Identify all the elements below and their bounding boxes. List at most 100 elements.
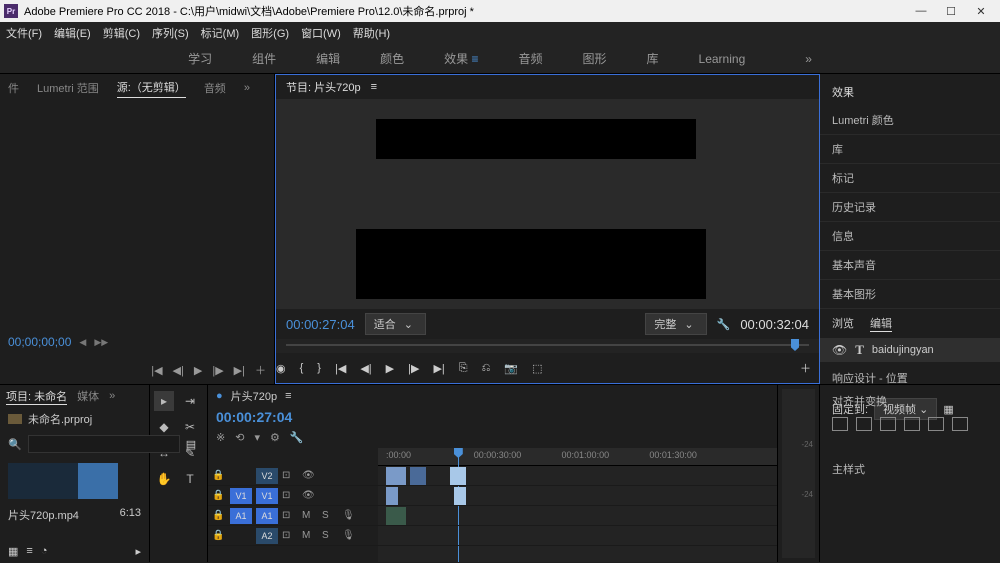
track-label[interactable]: V1	[256, 488, 278, 504]
source-step-fwd-btn[interactable]: |▶	[212, 364, 223, 377]
program-quality-select[interactable]: 完整⌄	[645, 313, 706, 335]
panel-item-info[interactable]: 信息	[820, 222, 1000, 251]
source-overflow-icon[interactable]: »	[244, 82, 250, 94]
panel-item-library[interactable]: 库	[820, 135, 1000, 164]
menu-sequence[interactable]: 序列(S)	[152, 25, 189, 41]
track-label[interactable]: A1	[256, 508, 278, 524]
track-header-v1[interactable]: 🔒 V1 V1 ⊡ 👁	[208, 486, 378, 506]
source-tab-audio[interactable]: 音频	[204, 80, 226, 96]
close-button[interactable]: ✕	[966, 1, 996, 21]
extract-icon[interactable]: ⎌	[482, 362, 491, 375]
program-scrubber[interactable]	[276, 339, 819, 353]
step-back-icon[interactable]: ◀|	[360, 362, 371, 375]
workspace-color[interactable]: 颜色	[380, 50, 404, 67]
minimize-button[interactable]: —	[906, 1, 936, 21]
source-step-back-btn[interactable]: ◀|	[173, 364, 184, 377]
lock-icon[interactable]: 🔒	[212, 490, 226, 501]
track-header-a1[interactable]: 🔒 A1 A1 ⊡ M S 🎙	[208, 506, 378, 526]
source-add-btn[interactable]: ＋	[255, 362, 266, 378]
voiceover-icon[interactable]: 🎙	[342, 510, 358, 521]
marker-icon[interactable]: ◉	[276, 362, 286, 375]
menu-graphics[interactable]: 图形(G)	[251, 25, 289, 41]
menu-edit[interactable]: 编辑(E)	[54, 25, 91, 41]
source-goto-in-icon[interactable]: |◀	[151, 364, 162, 377]
slip-tool-icon[interactable]: ↔	[154, 443, 174, 463]
selection-tool-icon[interactable]: ▸	[154, 391, 174, 411]
workspace-assembly[interactable]: 组件	[252, 50, 276, 67]
graphics-layer-row[interactable]: 👁 T baidujingyan	[820, 338, 1000, 362]
effects-panel-header[interactable]: 效果	[820, 78, 1000, 106]
panel-item-lumetri[interactable]: Lumetri 颜色	[820, 106, 1000, 135]
layer-name[interactable]: baidujingyan	[872, 344, 934, 356]
project-overflow-icon[interactable]: »	[109, 390, 115, 402]
solo-icon[interactable]: S	[322, 530, 338, 541]
play-icon[interactable]: ▶	[386, 362, 394, 375]
compare-icon[interactable]: ⬚	[532, 362, 542, 375]
eye-icon[interactable]: 👁	[302, 470, 318, 481]
panel-item-markers[interactable]: 标记	[820, 164, 1000, 193]
align-right-icon[interactable]	[880, 417, 896, 431]
program-tab-menu-icon[interactable]: ≡	[371, 81, 377, 93]
pen-tool-icon[interactable]: ✎	[180, 443, 200, 463]
track-header-a2[interactable]: 🔒 A2 ⊡ M S 🎙	[208, 526, 378, 546]
timeline-sequence-name[interactable]: 片头720p	[231, 388, 277, 404]
timeline-timecode[interactable]: 00:00:27:04	[208, 407, 777, 427]
lock-icon[interactable]: 🔒	[212, 530, 226, 541]
project-bin-name[interactable]: 未命名.prproj	[28, 411, 92, 427]
track-output-icon[interactable]: ⊡	[282, 510, 298, 521]
menu-help[interactable]: 帮助(H)	[353, 25, 390, 41]
workspace-learn[interactable]: 学习	[188, 50, 212, 67]
source-goto-out-icon[interactable]: ▶|	[234, 364, 245, 377]
menu-window[interactable]: 窗口(W)	[301, 25, 341, 41]
track-source-label[interactable]: V1	[230, 488, 252, 504]
workspace-learning[interactable]: Learning	[699, 52, 746, 66]
snap-icon[interactable]: ※	[216, 431, 225, 444]
panel-item-essential-sound[interactable]: 基本声音	[820, 251, 1000, 280]
track-select-tool-icon[interactable]: ⇥	[180, 391, 200, 411]
workspace-overflow-icon[interactable]: »	[805, 52, 812, 66]
project-clip-thumbnail[interactable]	[8, 463, 118, 499]
lock-icon[interactable]: 🔒	[212, 470, 226, 481]
track-output-icon[interactable]: ⊡	[282, 530, 298, 541]
wrench-icon[interactable]: 🔧	[717, 318, 731, 331]
program-tab[interactable]: 节目: 片头720p	[286, 79, 361, 95]
workspace-library[interactable]: 库	[647, 50, 659, 67]
marker-tool-icon[interactable]: ▾	[254, 431, 260, 444]
timeline-tab-menu-icon[interactable]: ≡	[285, 390, 291, 402]
timeline-clip[interactable]	[386, 487, 398, 505]
source-step-back-icon[interactable]: ◀	[79, 337, 86, 348]
media-tab[interactable]: 媒体	[77, 388, 99, 404]
project-clip-name[interactable]: 片头720p.mp4	[8, 507, 79, 523]
source-step-fwd-icon[interactable]: ▶▶	[94, 337, 108, 348]
panel-item-essential-graphics[interactable]: 基本图形	[820, 280, 1000, 309]
align-left-icon[interactable]	[832, 417, 848, 431]
settings-icon[interactable]: ⚙	[270, 431, 280, 444]
source-tab-lumetri-scopes[interactable]: Lumetri 范围	[37, 80, 99, 96]
panel-item-history[interactable]: 历史记录	[820, 193, 1000, 222]
timeline-clip[interactable]	[386, 507, 406, 525]
project-tab[interactable]: 项目: 未命名	[6, 388, 67, 405]
workspace-effects[interactable]: 效果 ≡	[444, 50, 478, 67]
program-fit-select[interactable]: 适合⌄	[365, 313, 426, 335]
workspace-editing[interactable]: 编辑	[316, 50, 340, 67]
track-output-icon[interactable]: ⊡	[282, 470, 298, 481]
razor-tool-icon[interactable]: ✂	[180, 417, 200, 437]
step-fwd-icon[interactable]: |▶	[408, 362, 419, 375]
wrench2-icon[interactable]: 🔧	[290, 431, 304, 444]
freeform-icon[interactable]: ◔	[41, 545, 48, 558]
graphics-tab-browse[interactable]: 浏览	[832, 315, 854, 332]
program-timecode[interactable]: 00:00:27:04	[286, 317, 355, 332]
menu-marker[interactable]: 标记(M)	[201, 25, 240, 41]
mute-icon[interactable]: M	[302, 530, 318, 541]
program-playhead[interactable]	[791, 339, 799, 351]
ripple-tool-icon[interactable]: ◆	[154, 417, 174, 437]
timeline-tracks[interactable]: :00:0000:00:30:0000:01:00:0000:01:30:00	[378, 448, 777, 562]
timeline-clip[interactable]	[386, 467, 406, 485]
voiceover-icon[interactable]: 🎙	[342, 530, 358, 541]
icon-view-icon[interactable]: ≡	[26, 545, 32, 558]
track-label[interactable]: A2	[256, 528, 278, 544]
lift-icon[interactable]: ⎘	[459, 362, 468, 375]
hand-tool-icon[interactable]: ✋	[154, 469, 174, 489]
source-tab-source[interactable]: 源:（无剪辑）	[117, 79, 186, 98]
menu-clip[interactable]: 剪辑(C)	[103, 25, 140, 41]
